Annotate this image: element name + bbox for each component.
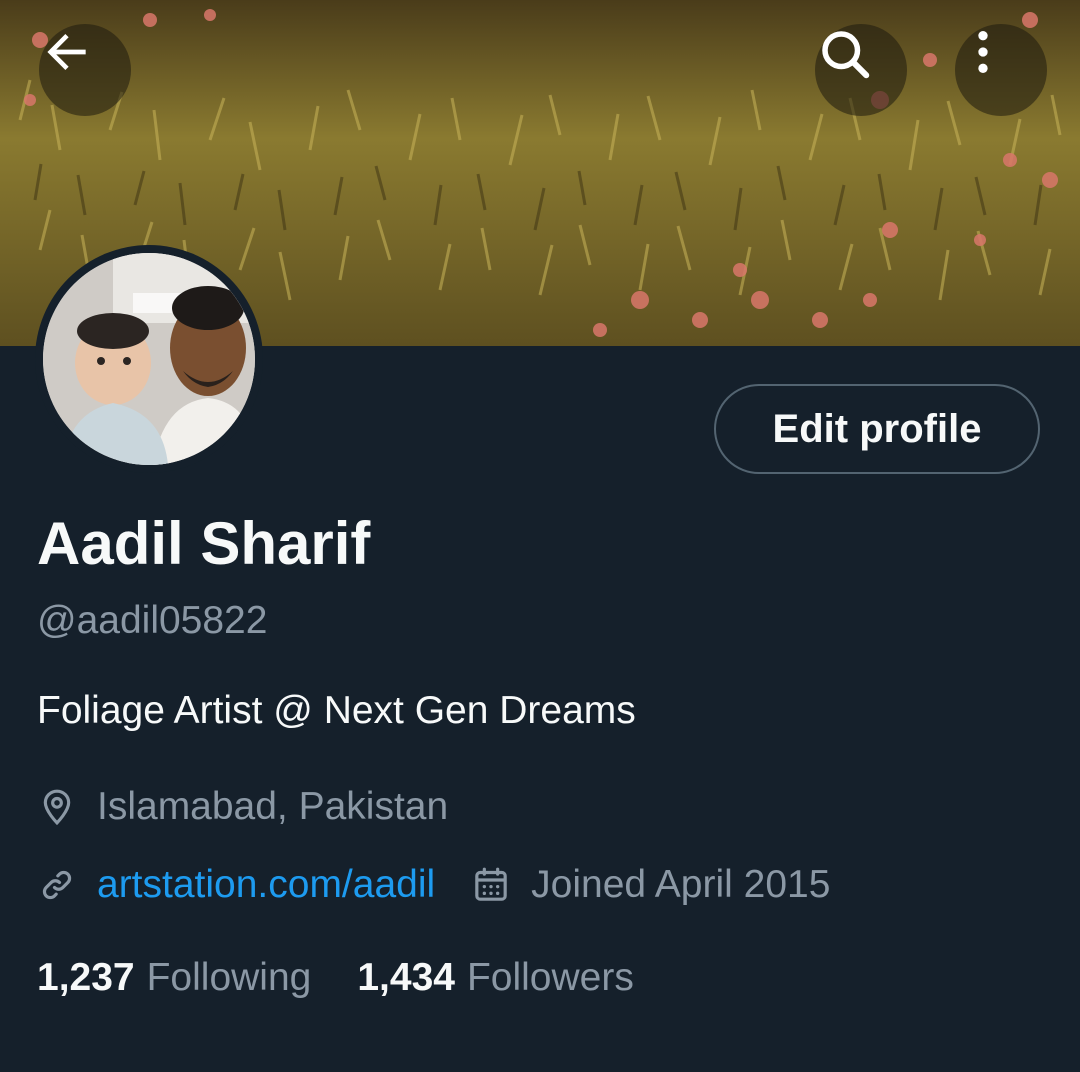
- calendar-icon: [475, 867, 507, 901]
- avatar-photo: [43, 253, 255, 465]
- arrow-left-icon: [47, 34, 86, 70]
- user-handle: @aadil05822: [37, 599, 268, 642]
- following-count: 1,237: [37, 956, 135, 999]
- display-name: Aadil Sharif: [37, 510, 371, 577]
- avatar-container[interactable]: [35, 245, 263, 473]
- location-pin-icon: [43, 789, 71, 826]
- search-icon: [822, 31, 870, 79]
- follow-stats: 1,237 Following 1,434 Followers: [37, 953, 680, 1003]
- back-button[interactable]: [39, 24, 131, 116]
- website-link[interactable]: artstation.com/aadil: [97, 860, 435, 910]
- avatar[interactable]: [43, 253, 255, 465]
- joined-date-text: Joined April 2015: [531, 863, 831, 906]
- bio-text: Foliage Artist @ Next Gen Dreams: [37, 689, 636, 732]
- link-icon: [42, 870, 72, 900]
- following-link[interactable]: 1,237 Following: [37, 953, 311, 1003]
- location-text: Islamabad, Pakistan: [97, 785, 449, 828]
- location-row: Islamabad, Pakistan: [37, 782, 448, 832]
- following-label: Following: [146, 956, 312, 999]
- search-button[interactable]: [815, 24, 907, 116]
- more-options-button[interactable]: [955, 24, 1047, 116]
- followers-label: Followers: [466, 956, 634, 999]
- website-joined-row: artstation.com/aadil Joined April 2015: [37, 860, 830, 910]
- profile-screen: Edit profile Aadil Sharif @aadil05822 Fo…: [0, 0, 1080, 1072]
- followers-count: 1,434: [357, 956, 455, 999]
- more-vertical-icon: [978, 31, 988, 73]
- edit-profile-button[interactable]: Edit profile: [714, 384, 1040, 474]
- followers-link[interactable]: 1,434 Followers: [357, 953, 633, 1003]
